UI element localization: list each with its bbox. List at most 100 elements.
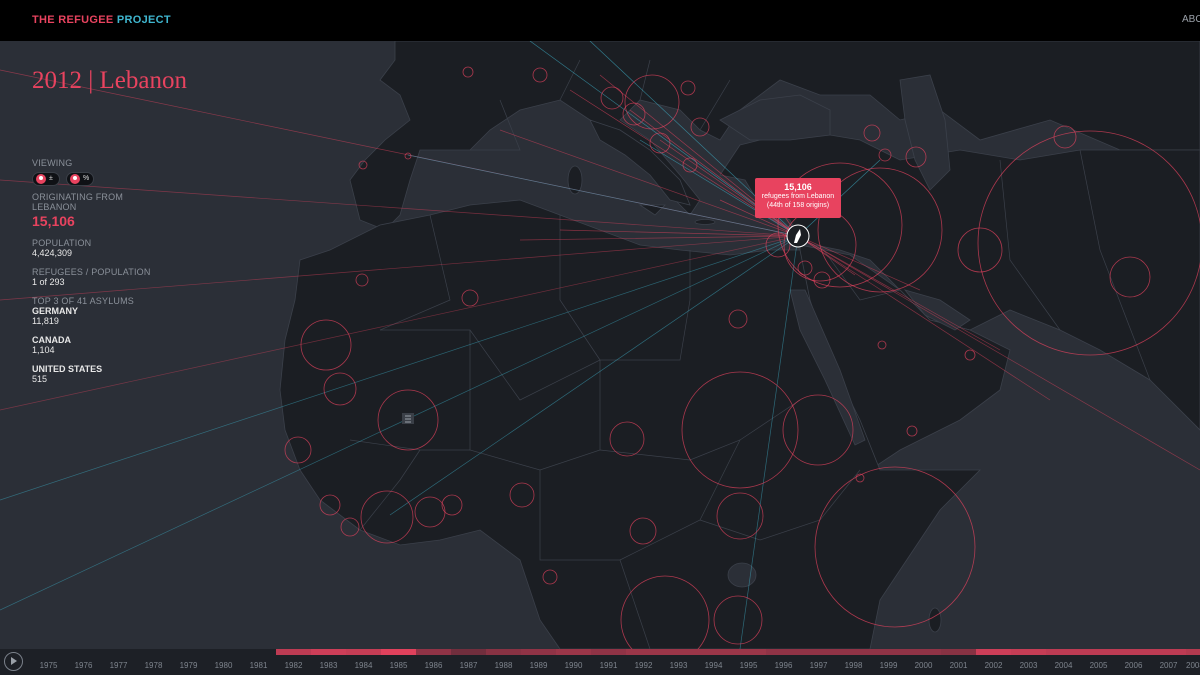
timeline-year[interactable]: 1992 xyxy=(626,649,661,675)
ratio-label: REFUGEES / POPULATION xyxy=(32,267,151,277)
page-title: 2012 | Lebanon xyxy=(32,67,187,94)
timeline-year[interactable]: 1981 xyxy=(241,649,276,675)
timeline-year[interactable]: 1990 xyxy=(556,649,591,675)
year-label: 1998 xyxy=(844,661,863,670)
about-link[interactable]: ABOUT xyxy=(1182,14,1200,25)
year-label: 1990 xyxy=(564,661,583,670)
year-label: 1992 xyxy=(634,661,653,670)
timeline-year[interactable]: 2002 xyxy=(976,649,1011,675)
timeline-year[interactable]: 2000 xyxy=(906,649,941,675)
timeline-year[interactable]: 1996 xyxy=(766,649,801,675)
year-intensity-bar xyxy=(101,649,136,655)
tooltip-line-1: refugees from Lebanon xyxy=(761,193,835,200)
year-intensity-bar xyxy=(1081,649,1116,655)
year-intensity-bar xyxy=(871,649,906,655)
timeline-year[interactable]: 1999 xyxy=(871,649,906,675)
year-label: 1981 xyxy=(249,661,268,670)
timeline-year[interactable]: 1987 xyxy=(451,649,486,675)
year-label: 2005 xyxy=(1089,661,1108,670)
timeline-year[interactable]: 2003 xyxy=(1011,649,1046,675)
year-label: 1984 xyxy=(354,661,373,670)
view-toggles: ± % xyxy=(32,172,232,186)
year-label: 2000 xyxy=(914,661,933,670)
year-label: 1977 xyxy=(109,661,128,670)
absolute-view-toggle[interactable]: ± xyxy=(32,172,60,186)
year-label: 2004 xyxy=(1054,661,1073,670)
timeline-year[interactable]: 1982 xyxy=(276,649,311,675)
year-timeline: 1975 1976 1977 1978 1979 1980 1981 1982 1983 1984… xyxy=(0,649,1200,675)
year-intensity-bar xyxy=(311,649,346,655)
timeline-year[interactable]: 1980 xyxy=(206,649,241,675)
year-intensity-bar xyxy=(486,649,521,655)
population-label: POPULATION xyxy=(32,238,92,248)
map-legend-icon[interactable] xyxy=(402,413,414,424)
timeline-year[interactable]: 1988 xyxy=(486,649,521,675)
viewing-label: VIEWING xyxy=(32,158,73,168)
asylum-country: GERMANY xyxy=(32,306,79,316)
top-bar: THE REFUGEE PROJECT ABOUT xyxy=(0,0,1200,41)
year-label: 2008 xyxy=(1186,661,1200,670)
percent-view-toggle[interactable]: % xyxy=(66,172,94,186)
year-intensity-bar xyxy=(1151,649,1186,655)
asylum-count: 11,819 xyxy=(32,316,59,326)
timeline-year[interactable]: 2006 xyxy=(1116,649,1151,675)
timeline-year[interactable]: 1997 xyxy=(801,649,836,675)
timeline-year[interactable]: 1985 xyxy=(381,649,416,675)
timeline-year[interactable]: 2007 xyxy=(1151,649,1186,675)
year-intensity-bar xyxy=(451,649,486,655)
year-label: 1995 xyxy=(739,661,758,670)
tooltip-line-2: (44th of 158 origins) xyxy=(766,202,830,209)
timeline-year[interactable]: 1979 xyxy=(171,649,206,675)
timeline-year[interactable]: 1975 xyxy=(31,649,66,675)
year-label: 1985 xyxy=(389,661,408,670)
timeline-year[interactable]: 1993 xyxy=(661,649,696,675)
timeline-year[interactable]: 1986 xyxy=(416,649,451,675)
timeline-year[interactable]: 1994 xyxy=(696,649,731,675)
timeline-year[interactable]: 1998 xyxy=(836,649,871,675)
year-intensity-bar xyxy=(171,649,206,655)
timeline-year[interactable]: 2008 xyxy=(1186,649,1200,675)
year-intensity-bar xyxy=(696,649,731,655)
year-label: 1979 xyxy=(179,661,198,670)
asylum-country: CANADA xyxy=(32,335,71,345)
year-intensity-bar xyxy=(836,649,871,655)
year-label: 2003 xyxy=(1019,661,1038,670)
year-intensity-bar xyxy=(1011,649,1046,655)
timeline-year[interactable]: 1984 xyxy=(346,649,381,675)
year-intensity-bar xyxy=(731,649,766,655)
timeline-year[interactable]: 2004 xyxy=(1046,649,1081,675)
brand-part-2: PROJECT xyxy=(116,14,171,26)
tooltip-count: 15,106 xyxy=(784,182,812,192)
timeline-year[interactable]: 1991 xyxy=(591,649,626,675)
year-intensity-bar xyxy=(276,649,311,655)
year-label: 1994 xyxy=(704,661,723,670)
year-intensity-bar xyxy=(521,649,556,655)
year-label: 1996 xyxy=(774,661,793,670)
timeline-year[interactable]: 1977 xyxy=(101,649,136,675)
year-intensity-bar xyxy=(591,649,626,655)
timeline-year[interactable]: 2005 xyxy=(1081,649,1116,675)
ratio-value: 1 of 293 xyxy=(32,277,65,287)
year-intensity-bar xyxy=(31,649,66,655)
timeline-year[interactable]: 1983 xyxy=(311,649,346,675)
year-label: 1987 xyxy=(459,661,478,670)
year-label: 1989 xyxy=(529,661,548,670)
percent-icon: % xyxy=(83,175,90,182)
brand-logo[interactable]: THE REFUGEE PROJECT xyxy=(32,14,171,26)
timeline-year[interactable]: 1978 xyxy=(136,649,171,675)
year-intensity-bar xyxy=(941,649,976,655)
info-panel: VIEWING ± % ORIGINATING FROM LEBANON 15,… xyxy=(32,158,232,384)
origin-country: LEBANON xyxy=(32,202,77,212)
timeline-year[interactable]: 1976 xyxy=(66,649,101,675)
play-button[interactable] xyxy=(4,652,23,671)
timeline-year[interactable]: 2001 xyxy=(941,649,976,675)
timeline-year[interactable]: 1995 xyxy=(731,649,766,675)
asylum-count: 515 xyxy=(32,374,48,384)
year-intensity-bar xyxy=(1186,649,1200,655)
year-label: 2007 xyxy=(1159,661,1178,670)
timeline-year[interactable]: 1989 xyxy=(521,649,556,675)
lebanon-marker[interactable] xyxy=(786,224,810,248)
year-intensity-bar xyxy=(976,649,1011,655)
year-label: 2006 xyxy=(1124,661,1143,670)
year-label: 2002 xyxy=(984,661,1003,670)
